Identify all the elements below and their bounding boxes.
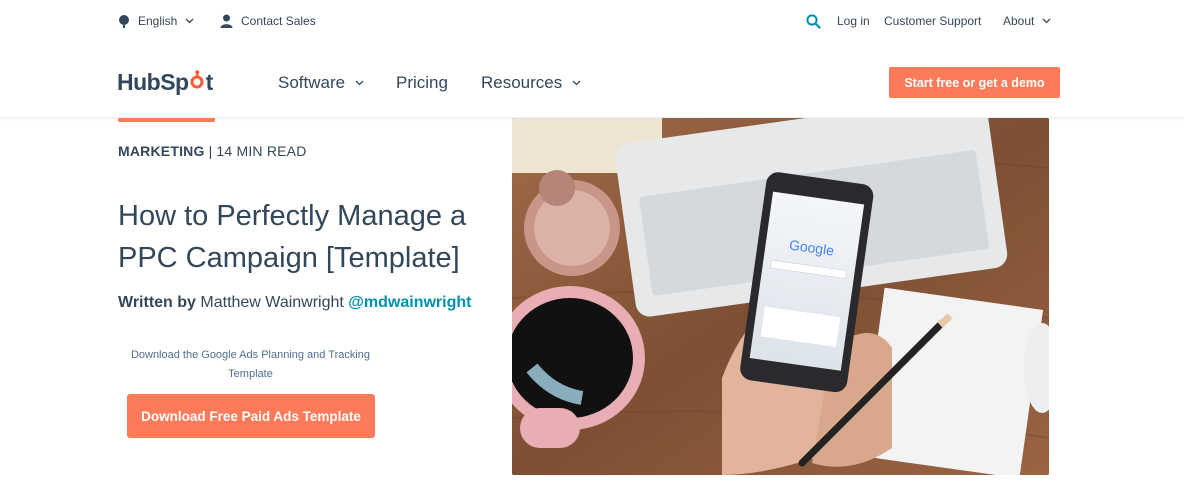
logo-text: HubSp xyxy=(117,69,189,95)
language-selector[interactable]: English xyxy=(118,14,194,28)
nav-software-label: Software xyxy=(278,73,346,92)
chevron-down-icon xyxy=(1042,18,1051,24)
written-by-label: Written by xyxy=(118,294,196,311)
accent-bar xyxy=(118,118,215,122)
article-meta: MARKETING | 14 MIN READ xyxy=(118,143,307,159)
login-link[interactable]: Log in xyxy=(837,14,870,28)
person-icon xyxy=(220,14,233,28)
download-template-button[interactable]: Download Free Paid Ads Template xyxy=(127,394,375,438)
language-label: English xyxy=(138,14,178,28)
promo-text: Download the Google Ads Planning and Tra… xyxy=(130,349,371,380)
sprocket-icon xyxy=(189,69,206,96)
nav-software[interactable]: Software xyxy=(278,73,364,93)
author-name[interactable]: Matthew Wainwright xyxy=(200,294,343,311)
hero-image: Google xyxy=(512,118,1049,475)
nav-resources-label: Resources xyxy=(481,73,563,92)
nav-pricing[interactable]: Pricing xyxy=(396,73,448,93)
meta-separator: | xyxy=(208,143,213,159)
category-link[interactable]: MARKETING xyxy=(118,143,205,159)
about-menu[interactable]: About xyxy=(1003,14,1051,28)
contact-sales-label: Contact Sales xyxy=(241,14,316,28)
logo-text-end: t xyxy=(205,69,214,95)
search-button[interactable] xyxy=(806,14,821,32)
utility-bar: English Contact Sales Log in Customer Su… xyxy=(0,0,1184,44)
chevron-down-icon xyxy=(355,80,364,86)
customer-support-link[interactable]: Customer Support xyxy=(884,14,981,28)
nav-resources[interactable]: Resources xyxy=(481,73,581,93)
hubspot-logo[interactable]: HubSp t xyxy=(117,69,213,96)
author-handle-link[interactable]: @mdwainwright xyxy=(348,294,471,311)
about-label: About xyxy=(1003,14,1035,28)
search-icon xyxy=(806,14,821,32)
article-title: How to Perfectly Manage a PPC Campaign [… xyxy=(118,200,467,274)
byline: Written by Matthew Wainwright @mdwainwri… xyxy=(118,294,471,312)
main-nav: HubSp t Software Pricing Resources Start… xyxy=(0,44,1184,118)
chevron-down-icon xyxy=(572,80,581,86)
read-time: 14 MIN READ xyxy=(216,143,307,159)
contact-sales-link[interactable]: Contact Sales xyxy=(220,14,316,28)
start-free-button[interactable]: Start free or get a demo xyxy=(889,67,1060,98)
chevron-down-icon xyxy=(185,18,194,24)
globe-icon xyxy=(118,14,130,28)
